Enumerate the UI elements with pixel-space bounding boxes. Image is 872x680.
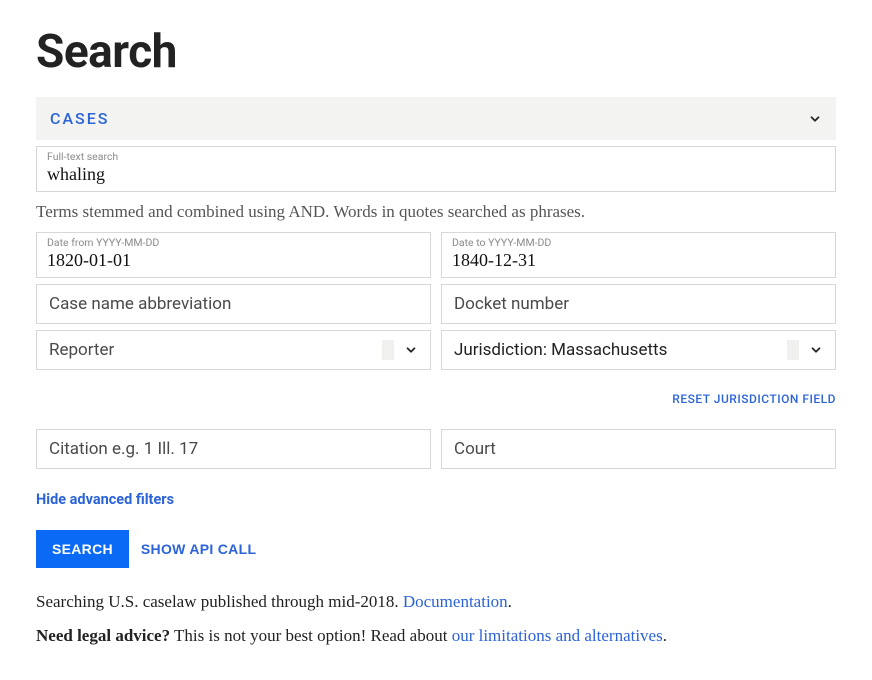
date-from-label: Date from YYYY-MM-DD	[47, 237, 420, 250]
info-legal-advice: Need legal advice? This is not your best…	[36, 622, 836, 649]
info-caselaw-suffix: .	[508, 592, 512, 611]
docket-placeholder: Docket number	[454, 294, 569, 314]
tab-cases-label: CASES	[50, 109, 109, 128]
fulltext-value: whaling	[47, 164, 825, 186]
limitations-link[interactable]: our limitations and alternatives	[452, 626, 663, 645]
court-input[interactable]: Court	[441, 429, 836, 469]
info-legal-middle: This is not your best option! Read about	[170, 626, 452, 645]
chevron-down-icon	[404, 343, 418, 357]
hide-advanced-filters-link[interactable]: Hide advanced filters	[36, 491, 174, 508]
show-api-call-button[interactable]: SHOW API CALL	[141, 541, 256, 557]
case-name-placeholder: Case name abbreviation	[49, 294, 231, 314]
court-placeholder: Court	[454, 439, 496, 459]
documentation-link[interactable]: Documentation	[403, 592, 508, 611]
reset-jurisdiction-link[interactable]: RESET JURISDICTION FIELD	[672, 392, 836, 406]
fulltext-search-input[interactable]: Full-text search whaling	[36, 146, 836, 192]
drag-handle-icon	[787, 340, 799, 360]
citation-input[interactable]: Citation e.g. 1 Ill. 17	[36, 429, 431, 469]
fulltext-helper: Terms stemmed and combined using AND. Wo…	[36, 202, 836, 222]
info-caselaw-prefix: Searching U.S. caselaw published through…	[36, 592, 403, 611]
chevron-down-icon	[808, 112, 822, 126]
drag-handle-icon	[382, 340, 394, 360]
jurisdiction-select[interactable]: Jurisdiction: Massachusetts	[441, 330, 836, 370]
search-button[interactable]: SEARCH	[36, 530, 129, 568]
docket-number-input[interactable]: Docket number	[441, 284, 836, 324]
tab-cases[interactable]: CASES	[36, 97, 836, 140]
reporter-select[interactable]: Reporter	[36, 330, 431, 370]
jurisdiction-value: Jurisdiction: Massachusetts	[454, 340, 667, 360]
info-legal-suffix: .	[663, 626, 667, 645]
info-legal-strong: Need legal advice?	[36, 626, 170, 645]
date-to-value: 1840-12-31	[452, 250, 825, 272]
date-from-value: 1820-01-01	[47, 250, 420, 272]
date-from-input[interactable]: Date from YYYY-MM-DD 1820-01-01	[36, 232, 431, 278]
date-to-input[interactable]: Date to YYYY-MM-DD 1840-12-31	[441, 232, 836, 278]
citation-placeholder: Citation e.g. 1 Ill. 17	[49, 439, 198, 459]
page-title: Search	[36, 25, 836, 79]
chevron-down-icon	[809, 343, 823, 357]
date-to-label: Date to YYYY-MM-DD	[452, 237, 825, 250]
info-caselaw: Searching U.S. caselaw published through…	[36, 588, 836, 615]
fulltext-label: Full-text search	[47, 151, 825, 164]
reporter-placeholder: Reporter	[49, 340, 114, 360]
case-name-input[interactable]: Case name abbreviation	[36, 284, 431, 324]
